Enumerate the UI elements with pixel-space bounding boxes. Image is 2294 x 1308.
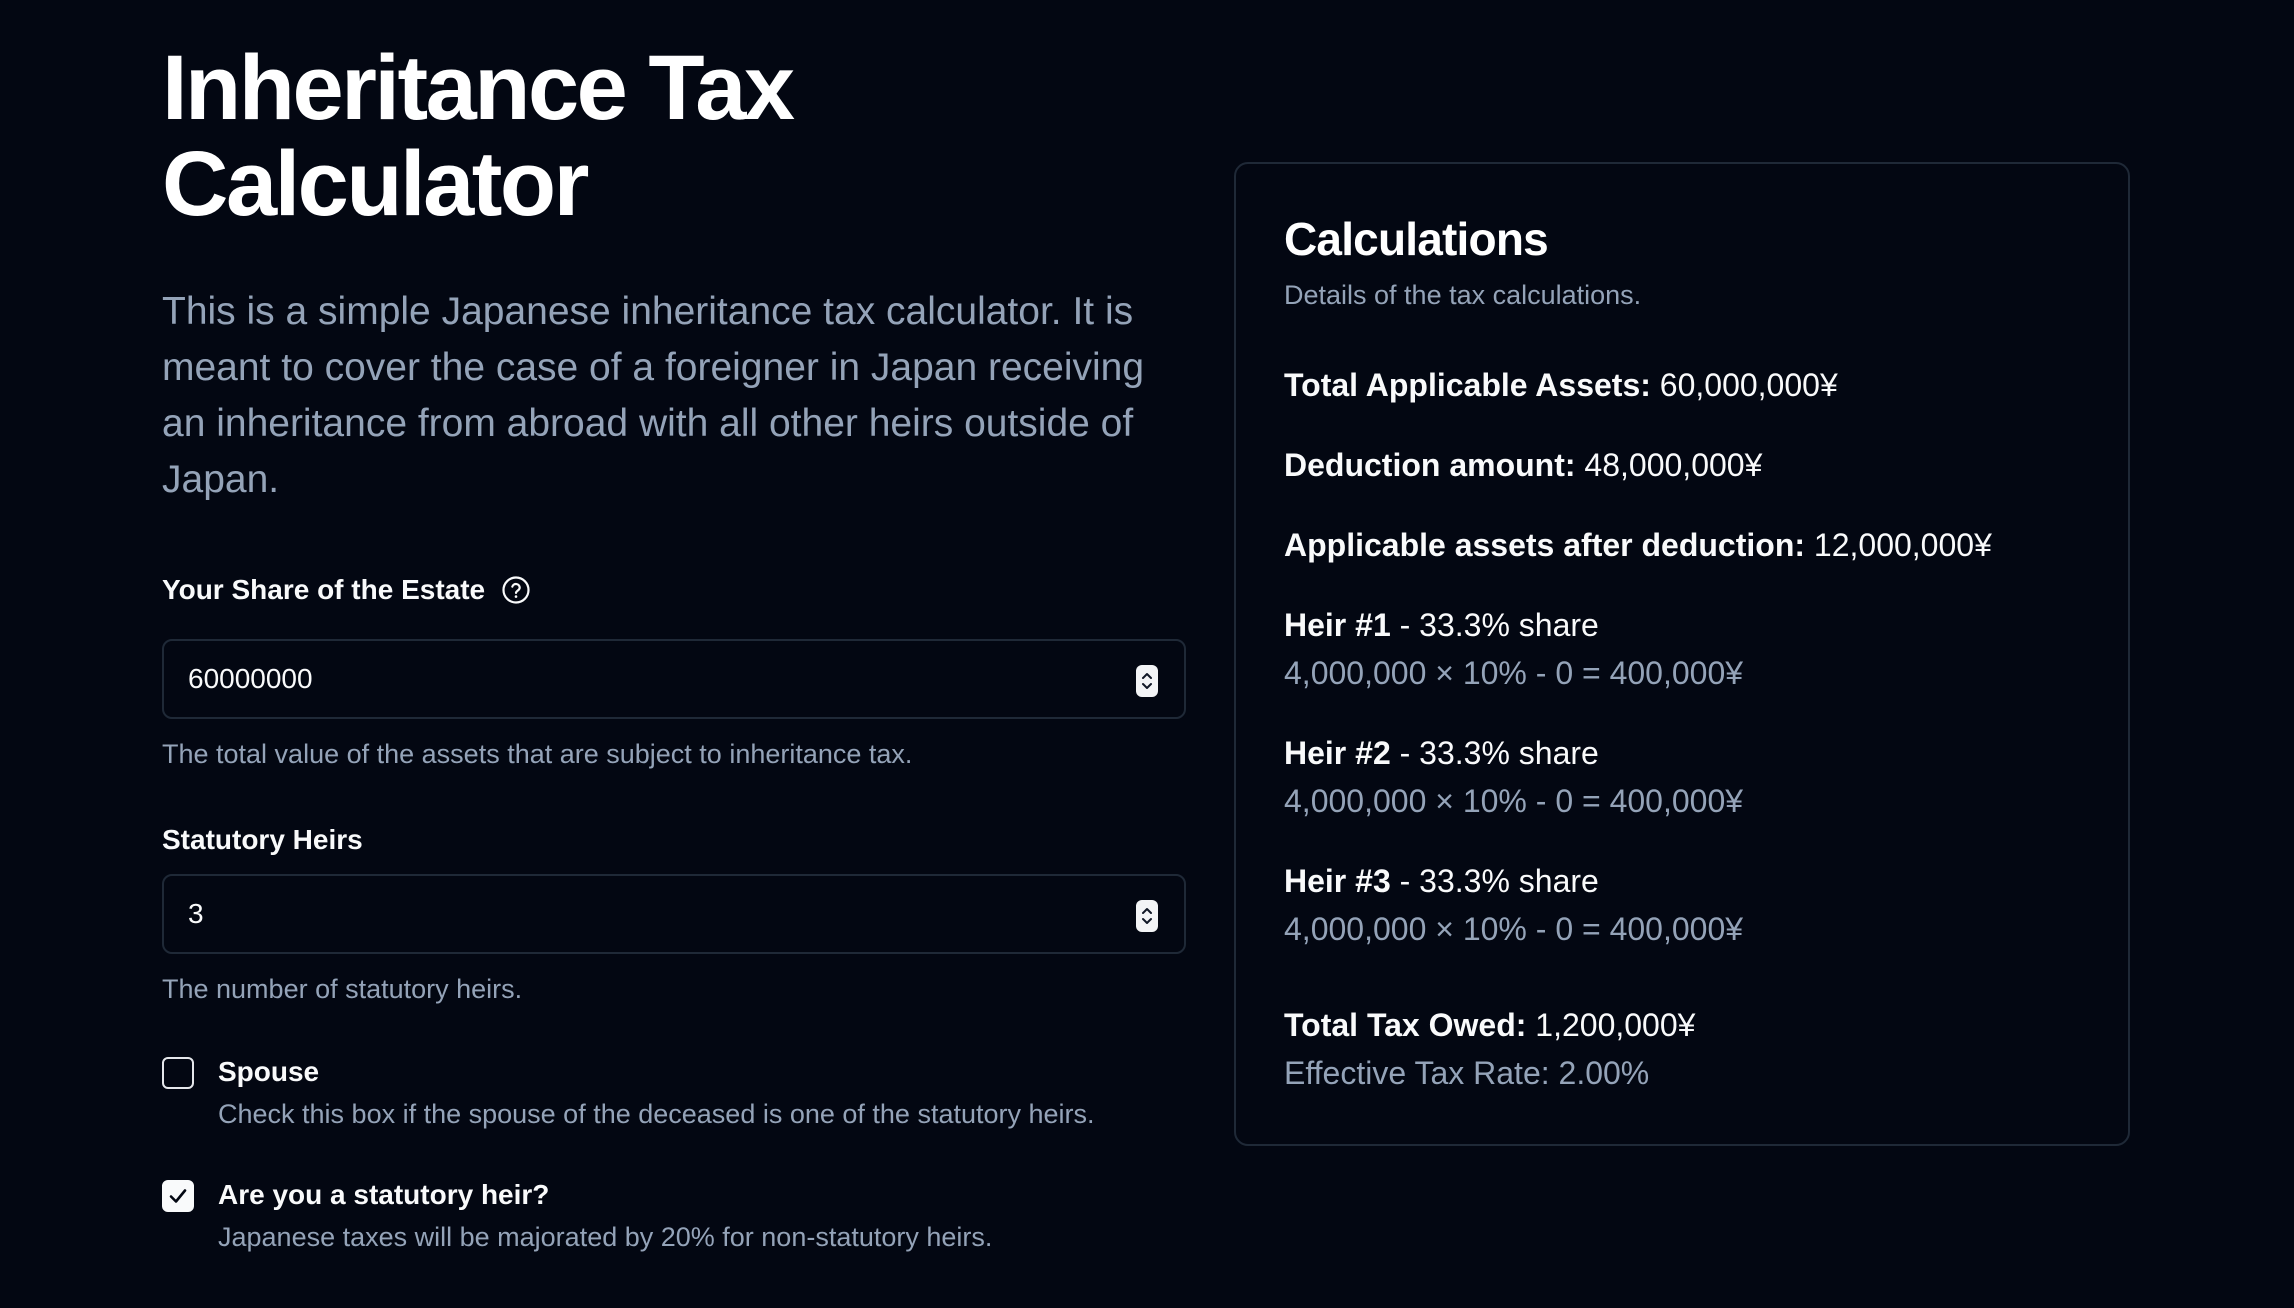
deduction-value: 48,000,000¥ — [1584, 447, 1763, 483]
total-tax-label: Total Tax Owed: — [1284, 1007, 1527, 1043]
statutory-heir-text: Are you a statutory heir? Japanese taxes… — [218, 1178, 992, 1253]
heirs-input[interactable] — [164, 876, 1184, 952]
after-deduction-value: 12,000,000¥ — [1813, 527, 1992, 563]
chevron-up-down-icon[interactable] — [1136, 665, 1158, 697]
spouse-description: Check this box if the spouse of the dece… — [218, 1099, 1095, 1129]
effective-tax-rate: Effective Tax Rate: 2.00% — [1284, 1055, 1650, 1091]
heir-name: Heir #2 — [1284, 735, 1391, 771]
spouse-text: Spouse Check this box if the spouse of t… — [218, 1055, 1095, 1130]
help-circle-icon[interactable] — [501, 575, 531, 605]
share-input[interactable] — [164, 641, 1184, 717]
heir-item: Heir #3 - 33.3% share 4,000,000 × 10% - … — [1284, 861, 2080, 949]
deduction-line: Deduction amount: 48,000,000¥ — [1284, 445, 2080, 485]
heir-share: - 33.3% share — [1399, 735, 1599, 771]
share-input-wrapper — [162, 639, 1186, 719]
heir-item: Heir #2 - 33.3% share 4,000,000 × 10% - … — [1284, 733, 2080, 821]
heirs-description: The number of statutory heirs. — [162, 974, 523, 1004]
heir-title: Heir #1 - 33.3% share — [1284, 605, 2080, 645]
deduction-label: Deduction amount: — [1284, 447, 1576, 483]
total-assets-line: Total Applicable Assets: 60,000,000¥ — [1284, 365, 2080, 405]
heir-name: Heir #1 — [1284, 607, 1391, 643]
calculator-form: Inheritance Tax Calculator This is a sim… — [162, 40, 1186, 1253]
statutory-heir-label[interactable]: Are you a statutory heir? — [218, 1178, 992, 1212]
heir-formula: 4,000,000 × 10% - 0 = 400,000¥ — [1284, 655, 1744, 691]
total-assets-label: Total Applicable Assets: — [1284, 367, 1651, 403]
statutory-heir-row: Are you a statutory heir? Japanese taxes… — [162, 1178, 1186, 1253]
statutory-heir-description: Japanese taxes will be majorated by 20% … — [218, 1222, 993, 1252]
chevron-up-down-icon[interactable] — [1136, 900, 1158, 932]
page: Inheritance Tax Calculator This is a sim… — [0, 0, 2294, 1308]
heir-title: Heir #3 - 33.3% share — [1284, 861, 2080, 901]
check-icon — [169, 1189, 187, 1203]
heir-item: Heir #1 - 33.3% share 4,000,000 × 10% - … — [1284, 605, 2080, 693]
share-description: The total value of the assets that are s… — [162, 739, 913, 769]
total-tax-value: 1,200,000¥ — [1535, 1007, 1696, 1043]
heir-share: - 33.3% share — [1399, 863, 1599, 899]
heir-formula: 4,000,000 × 10% - 0 = 400,000¥ — [1284, 911, 1744, 947]
heir-share: - 33.3% share — [1399, 607, 1599, 643]
heir-title: Heir #2 - 33.3% share — [1284, 733, 2080, 773]
spouse-checkbox[interactable] — [162, 1057, 194, 1089]
heir-name: Heir #3 — [1284, 863, 1391, 899]
heirs-input-wrapper — [162, 874, 1186, 954]
heirs-label: Statutory Heirs — [162, 824, 363, 855]
after-deduction-label: Applicable assets after deduction: — [1284, 527, 1806, 563]
heir-formula: 4,000,000 × 10% - 0 = 400,000¥ — [1284, 783, 1744, 819]
spouse-label[interactable]: Spouse — [218, 1055, 1095, 1089]
after-deduction-line: Applicable assets after deduction: 12,00… — [1284, 525, 2080, 565]
spouse-row: Spouse Check this box if the spouse of t… — [162, 1055, 1186, 1130]
calculations-card: Calculations Details of the tax calculat… — [1234, 162, 2130, 1146]
calculations-title: Calculations — [1284, 213, 1549, 265]
total-tax-line: Total Tax Owed: 1,200,000¥ — [1284, 1005, 2080, 1045]
page-title: Inheritance Tax Calculator — [162, 37, 795, 235]
intro-text: This is a simple Japanese inheritance ta… — [162, 290, 1145, 501]
share-label-row: Your Share of the Estate — [162, 574, 1186, 606]
share-label: Your Share of the Estate — [162, 574, 486, 605]
total-assets-value: 60,000,000¥ — [1659, 367, 1838, 403]
calculations-subtitle: Details of the tax calculations. — [1284, 280, 1642, 310]
statutory-heir-checkbox[interactable] — [162, 1180, 194, 1212]
